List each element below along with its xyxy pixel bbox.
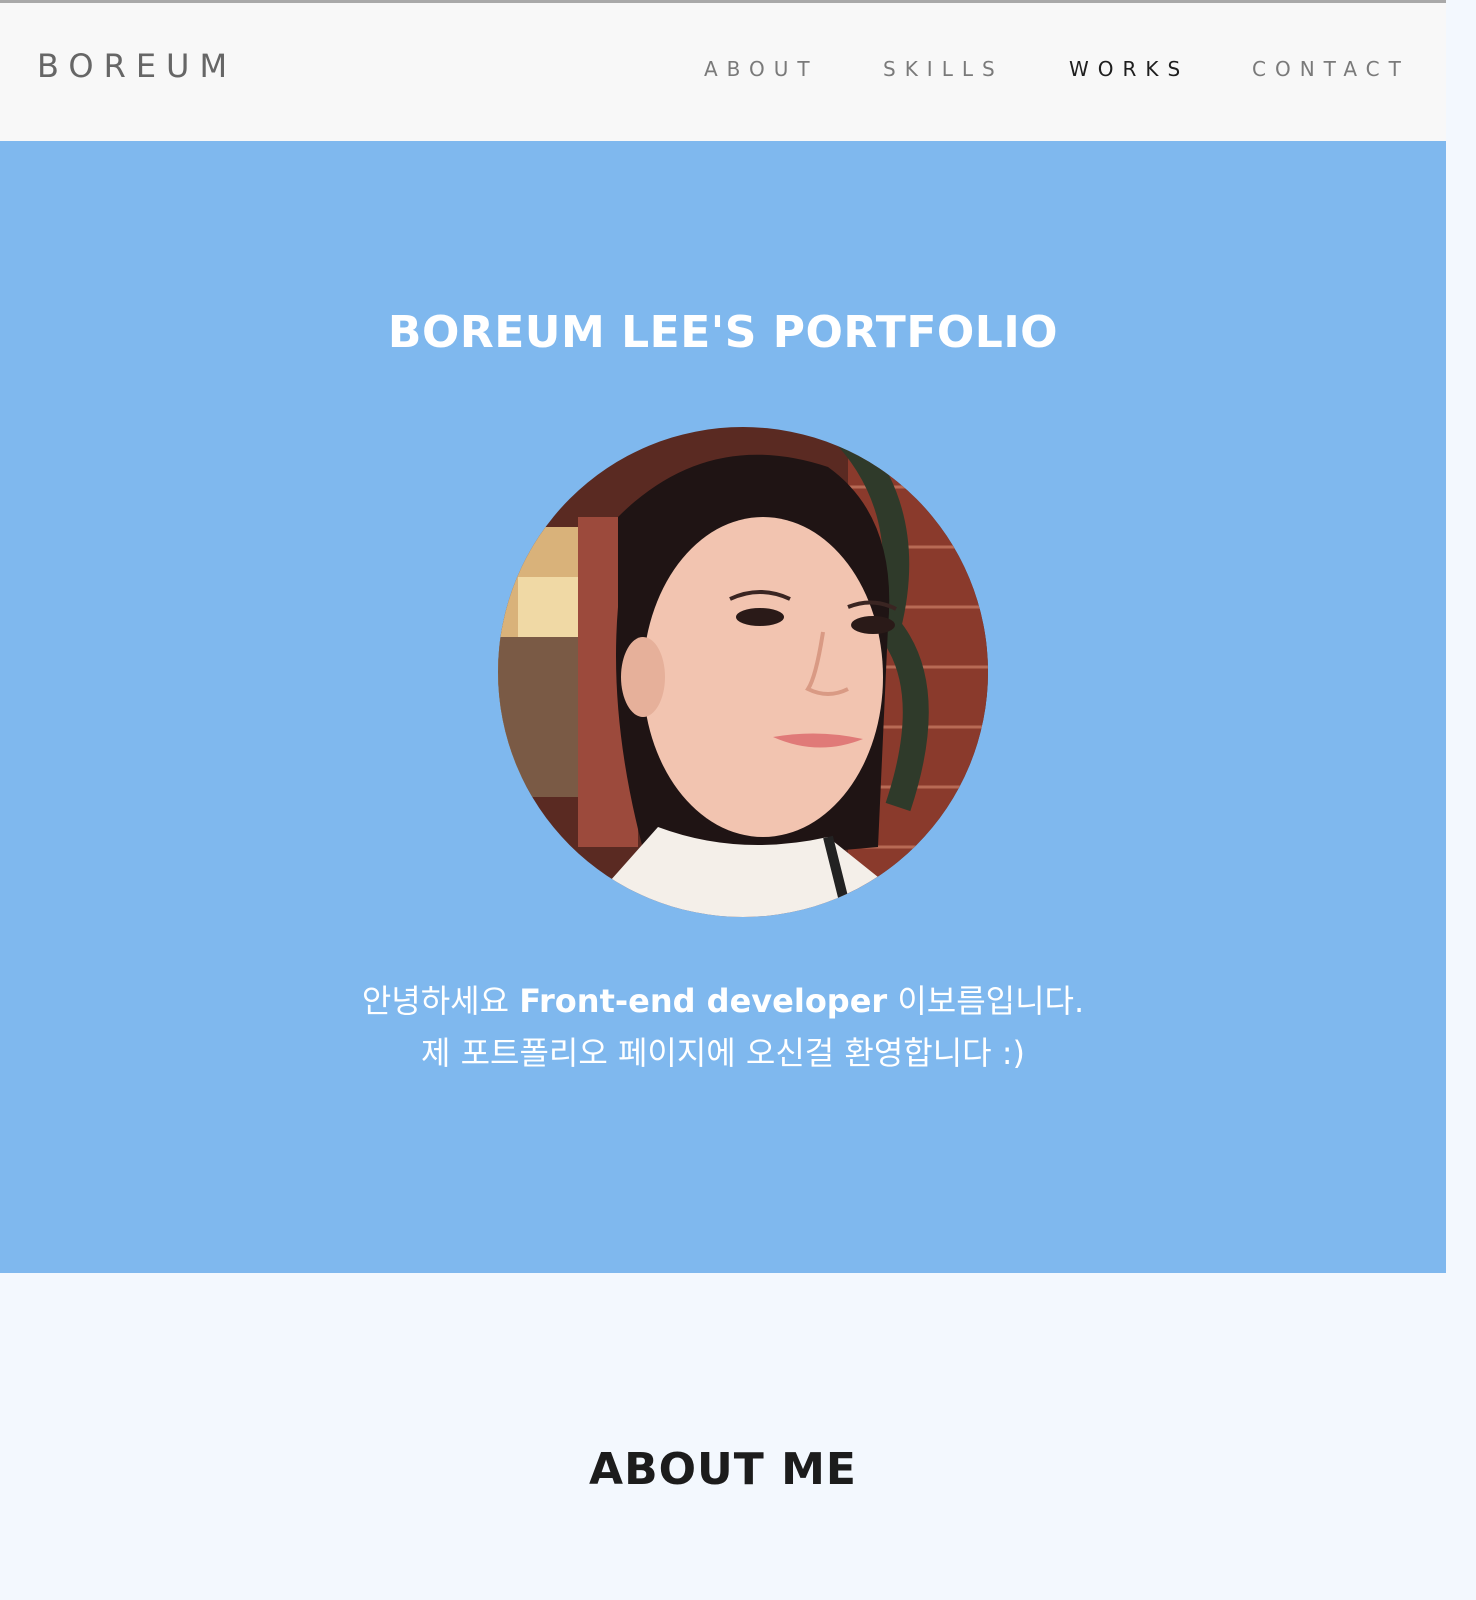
nav-skills-link[interactable]: SKILLS <box>883 57 1004 81</box>
greeting-prefix: 안녕하세요 <box>361 982 520 1020</box>
page: BOREUM ABOUT SKILLS WORKS CONTACT BOREUM… <box>0 0 1446 1600</box>
hero-title: BOREUM LEE'S PORTFOLIO <box>387 307 1059 358</box>
greeting-suffix: 이보름입니다. <box>887 982 1085 1020</box>
navbar: BOREUM ABOUT SKILLS WORKS CONTACT <box>0 3 1446 141</box>
about-title: ABOUT ME <box>589 1444 857 1495</box>
profile-photo <box>498 427 988 917</box>
nav-contact-link[interactable]: CONTACT <box>1252 57 1410 81</box>
nav-about-link[interactable]: ABOUT <box>704 57 819 81</box>
hero-section: BOREUM LEE'S PORTFOLIO 안녕하세요 Front-end d… <box>0 141 1446 1273</box>
brand-logo[interactable]: BOREUM <box>37 47 237 85</box>
intro-line-1: 안녕하세요 Front-end developer 이보름입니다. <box>0 975 1446 1027</box>
intro-line-2: 제 포트폴리오 페이지에 오신걸 환영합니다 :) <box>420 1034 1026 1072</box>
nav-works-link[interactable]: WORKS <box>1069 57 1189 81</box>
intro-text: 안녕하세요 Front-end developer 이보름입니다. 제 포트폴리… <box>0 975 1446 1079</box>
greeting-role: Front-end developer <box>519 982 888 1020</box>
